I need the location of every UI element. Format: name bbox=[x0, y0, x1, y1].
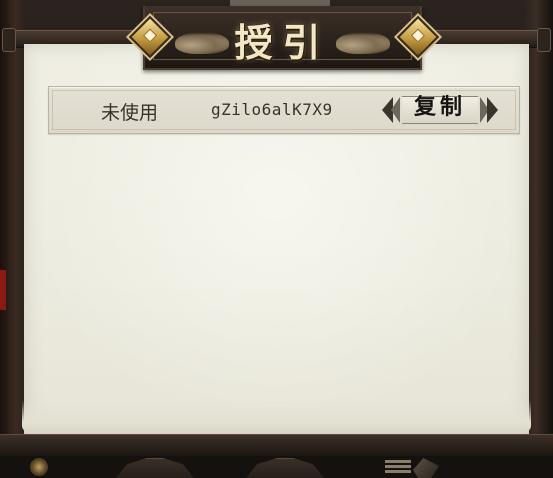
code-row: 未使用 gZilo6alK7X9 复制 bbox=[48, 86, 520, 134]
copy-label: 复制 bbox=[413, 94, 466, 120]
gift-code: gZilo6alK7X9 bbox=[211, 100, 333, 119]
title-banner: 授引 bbox=[143, 6, 422, 70]
background-accent bbox=[0, 270, 6, 310]
menu-icon[interactable] bbox=[385, 460, 411, 478]
code-status: 未使用 bbox=[101, 102, 159, 124]
scroll-bottom-rod bbox=[0, 434, 553, 457]
bottom-orb-icon[interactable] bbox=[30, 458, 48, 476]
page-title: 授引 bbox=[234, 20, 331, 65]
gift-code-panel: 授引 未使用 gZilo6alK7X9 复制 bbox=[0, 0, 553, 478]
copy-button[interactable]: 复制 bbox=[382, 93, 498, 127]
